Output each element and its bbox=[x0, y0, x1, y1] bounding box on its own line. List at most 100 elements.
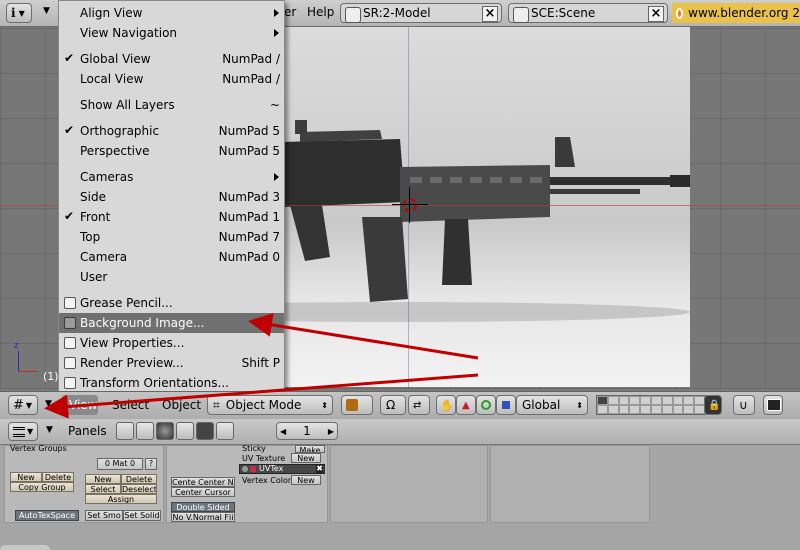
menu-item-grease-pencil[interactable]: Grease Pencil... bbox=[59, 293, 284, 313]
collapse-arrow-icon[interactable]: ▼ bbox=[43, 6, 50, 16]
snap-button[interactable]: ∪ bbox=[733, 395, 755, 415]
collapse-arrow-icon[interactable]: ▼ bbox=[45, 399, 52, 409]
hand-tool-button[interactable]: ✋ bbox=[436, 395, 456, 415]
collapse-arrow-icon[interactable]: ▼ bbox=[46, 425, 53, 435]
center-new-button[interactable]: Cente Center Ne bbox=[171, 477, 235, 487]
select-material-button[interactable]: Select bbox=[85, 484, 121, 494]
material-help-button[interactable]: ? bbox=[145, 458, 157, 470]
set-smooth-button[interactable]: Set Smo bbox=[85, 510, 123, 521]
menu-item-view-properties[interactable]: View Properties... bbox=[59, 333, 284, 353]
link-materials-panel: Vertex Groups 0 Mat 0 ? New Delete Copy … bbox=[4, 444, 164, 523]
make-sticky-button[interactable]: Make bbox=[295, 445, 325, 453]
checkmark-icon: ✔ bbox=[64, 51, 75, 65]
transform-manipulator-toggle[interactable]: ⇄ bbox=[408, 395, 430, 415]
menu-item-background-image[interactable]: Background Image... bbox=[59, 313, 284, 333]
menu-item-transform-orientations[interactable]: Transform Orientations... bbox=[59, 373, 284, 393]
script-icon[interactable] bbox=[136, 422, 154, 440]
pivot-icon: Ω bbox=[386, 398, 396, 412]
scroll-corner bbox=[0, 545, 50, 550]
new-vertex-group-button[interactable]: New bbox=[10, 472, 42, 482]
3d-view-header: # ▼ ▼ View Select Object ⌗ Object Mode ⬍… bbox=[0, 391, 800, 420]
select-menu[interactable]: Select bbox=[112, 398, 149, 412]
lock-layer-button[interactable]: 🔒 bbox=[704, 395, 722, 415]
object-menu[interactable]: Object bbox=[162, 398, 201, 412]
context-buttons[interactable] bbox=[116, 422, 236, 441]
mode-icon: ⌗ bbox=[213, 397, 220, 412]
right-arrow-icon[interactable]: ▶ bbox=[328, 427, 334, 436]
updown-icon: ⬍ bbox=[576, 400, 583, 410]
deselect-material-button[interactable]: Deselect bbox=[121, 484, 157, 494]
scale-button[interactable] bbox=[496, 395, 516, 415]
editing-icon[interactable] bbox=[196, 422, 214, 440]
menu-item-top[interactable]: Top NumPad 7 bbox=[59, 227, 284, 247]
assign-material-button[interactable]: Assign bbox=[85, 494, 157, 504]
close-icon[interactable]: × bbox=[482, 6, 498, 22]
menu-item-cameras[interactable]: Cameras bbox=[59, 167, 284, 187]
delete-material-button[interactable]: Delete bbox=[121, 474, 157, 484]
help-menu[interactable]: Help bbox=[307, 5, 334, 19]
checkbox-icon bbox=[64, 377, 76, 389]
editor-type-button[interactable]: ▼ bbox=[8, 422, 38, 441]
render-button[interactable] bbox=[763, 395, 783, 415]
delete-vertex-group-button[interactable]: Delete bbox=[42, 472, 74, 482]
render-image-icon bbox=[767, 399, 781, 411]
uvtex-field[interactable]: UVTex ✖ bbox=[239, 464, 325, 474]
menu-item-show-all-layers[interactable]: Show All Layers ~ bbox=[59, 95, 284, 115]
axis-gizmo: z bbox=[14, 341, 44, 377]
shading-icon[interactable] bbox=[156, 422, 174, 440]
checkbox-icon bbox=[64, 317, 76, 329]
menu-item-render-preview[interactable]: Render Preview... Shift P bbox=[59, 353, 284, 373]
view-menu-button[interactable]: View bbox=[62, 395, 98, 415]
menu-item-perspective[interactable]: Perspective NumPad 5 bbox=[59, 141, 284, 161]
frame-field[interactable]: ◀ 1 ▶ bbox=[276, 422, 338, 440]
screen-selector[interactable]: SR:2-Model × bbox=[340, 3, 502, 23]
menu-item-align-view[interactable]: Align View bbox=[59, 3, 284, 23]
layer-buttons[interactable] bbox=[596, 395, 706, 415]
checkmark-icon: ✔ bbox=[64, 123, 75, 137]
uv-texture-label: UV Texture bbox=[242, 454, 286, 463]
copy-group-button[interactable]: Copy Group bbox=[10, 482, 74, 492]
left-arrow-icon[interactable]: ◀ bbox=[280, 427, 286, 436]
center-cursor-button[interactable]: Center Cursor bbox=[171, 487, 235, 497]
scene-selector[interactable]: SCE:Scene × bbox=[508, 3, 668, 23]
pivot-selector[interactable]: Ω bbox=[380, 395, 406, 415]
menu-item-orthographic[interactable]: ✔ Orthographic NumPad 5 bbox=[59, 121, 284, 141]
manipulator-icon: ⇄ bbox=[413, 399, 422, 411]
scene-icon bbox=[513, 7, 529, 23]
close-icon[interactable]: × bbox=[648, 6, 664, 22]
new-vertex-color-button[interactable]: New bbox=[291, 475, 321, 485]
no-v-normal-flip-toggle[interactable]: No V.Normal Fli bbox=[171, 512, 235, 522]
menu-item-user[interactable]: User bbox=[59, 267, 284, 287]
new-uv-texture-button[interactable]: New bbox=[291, 453, 321, 463]
double-sided-toggle[interactable]: Double Sided bbox=[171, 502, 235, 512]
checkbox-icon bbox=[64, 297, 76, 309]
chevron-down-icon: ▼ bbox=[27, 427, 34, 436]
scene-icon[interactable] bbox=[216, 422, 234, 440]
autotexspace-toggle[interactable]: AutoTexSpace bbox=[15, 510, 79, 521]
new-material-button[interactable]: New bbox=[85, 474, 121, 484]
menu-item-front[interactable]: ✔ Front NumPad 1 bbox=[59, 207, 284, 227]
orientation-selector[interactable]: Global ⬍ bbox=[516, 395, 588, 415]
menu-item-view-navigation[interactable]: View Navigation bbox=[59, 23, 284, 43]
buttons-window-header: ▼ ▼ Panels ◀ 1 ▶ bbox=[0, 419, 800, 445]
editor-type-button[interactable]: # ▼ bbox=[8, 395, 38, 415]
rotate-button[interactable] bbox=[476, 395, 496, 415]
material-field[interactable]: 0 Mat 0 bbox=[97, 458, 143, 470]
menu-partial[interactable]: er bbox=[284, 5, 296, 19]
object-icon[interactable] bbox=[176, 422, 194, 440]
set-solid-button[interactable]: Set Solid bbox=[123, 510, 161, 521]
editor-type-button[interactable]: i ▼ bbox=[6, 3, 32, 23]
3d-cursor[interactable] bbox=[392, 187, 428, 223]
menu-item-local-view[interactable]: Local View NumPad / bbox=[59, 69, 284, 89]
close-icon[interactable]: ✖ bbox=[316, 464, 323, 473]
draw-type-selector[interactable] bbox=[341, 395, 373, 415]
logic-icon[interactable] bbox=[116, 422, 134, 440]
menu-item-side[interactable]: Side NumPad 3 bbox=[59, 187, 284, 207]
modifiers-panel bbox=[330, 445, 488, 523]
menu-item-camera[interactable]: Camera NumPad 0 bbox=[59, 247, 284, 267]
translate-button[interactable]: ▲ bbox=[456, 395, 476, 415]
mode-selector[interactable]: ⌗ Object Mode ⬍ bbox=[207, 395, 333, 415]
scene-name: SCE:Scene bbox=[531, 6, 596, 20]
menu-item-global-view[interactable]: ✔ Global View NumPad / bbox=[59, 49, 284, 69]
magnet-icon: ∪ bbox=[739, 398, 748, 412]
